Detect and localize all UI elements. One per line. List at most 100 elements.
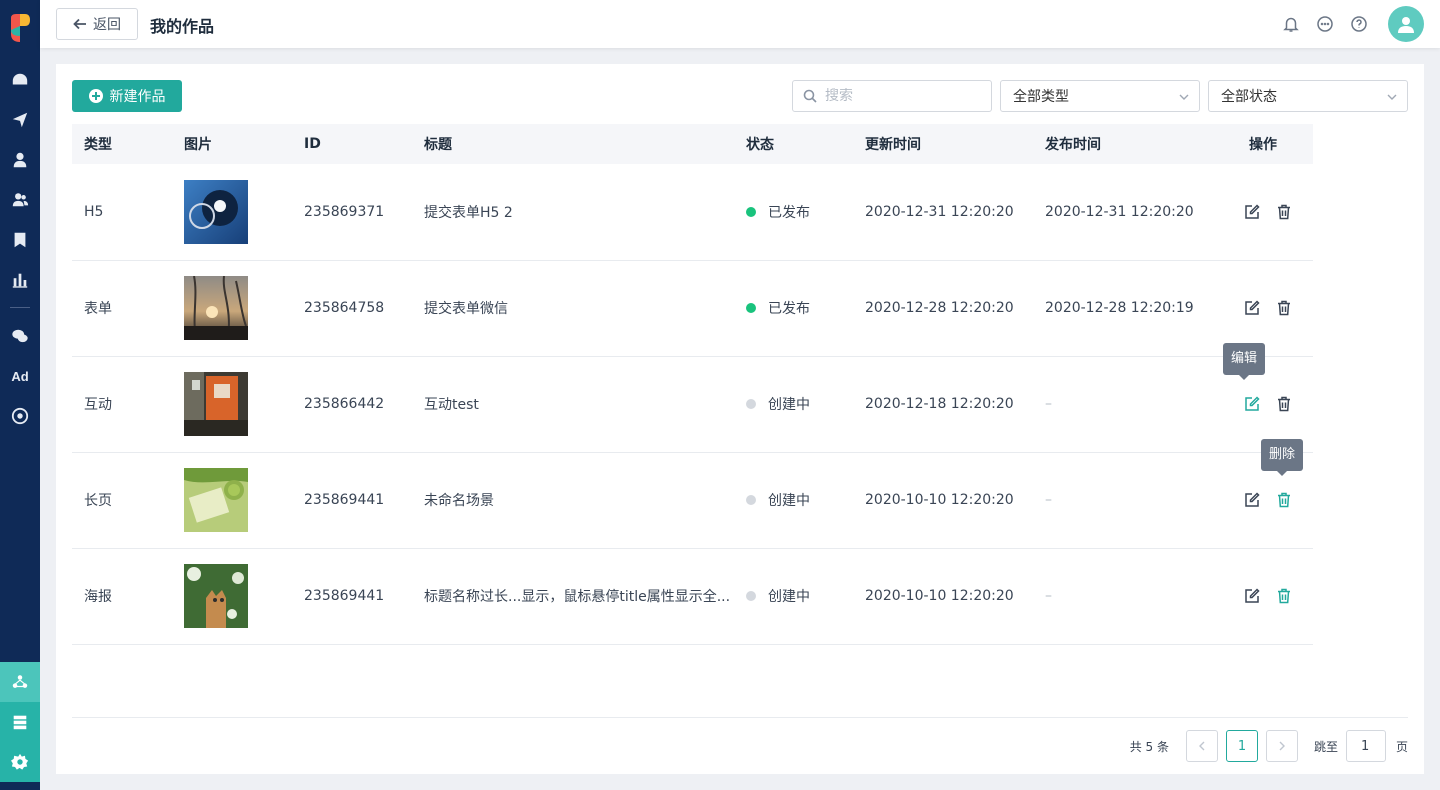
table-row[interactable]: 表单 235864758 提交表单微信 已发布 2020-12-28 12:20…	[72, 260, 1313, 356]
col-published: 发布时间	[1045, 137, 1101, 153]
thumbnail-image[interactable]	[184, 276, 248, 340]
sidebar-item-target[interactable]	[0, 396, 40, 436]
cell-actions: 删除	[1213, 439, 1313, 548]
col-title: 标题	[424, 137, 452, 153]
back-label: 返回	[93, 17, 121, 33]
message-button[interactable]	[1316, 15, 1334, 33]
type-select-value: 全部类型	[1013, 89, 1069, 105]
sidebar-item-ad[interactable]: Ad	[0, 356, 40, 396]
edit-button[interactable]	[1244, 204, 1260, 220]
help-icon	[1351, 16, 1367, 32]
cell-image	[172, 164, 292, 260]
edit-button[interactable]: 编辑	[1223, 343, 1266, 412]
cell-published: –	[1045, 396, 1052, 412]
target-icon	[11, 407, 29, 425]
delete-tooltip: 删除	[1261, 439, 1304, 476]
edit-button[interactable]	[1244, 588, 1260, 604]
sidebar-item-bookmark[interactable]	[0, 220, 40, 260]
status-dot	[746, 495, 756, 505]
delete-button[interactable]	[1276, 588, 1292, 604]
cell-title: 提交表单微信	[424, 301, 508, 317]
prev-page-button[interactable]	[1185, 730, 1218, 762]
table-row[interactable]: 长页 235869441 未命名场景 创建中 2020-10-10 12:20:…	[72, 439, 1313, 548]
type-select[interactable]: 全部类型	[1000, 80, 1200, 112]
avatar[interactable]	[1388, 6, 1424, 42]
table-row[interactable]: H5 235869371 提交表单H5 2 已发布 2020-12-31 12:…	[72, 164, 1313, 260]
sidebar-item-settings[interactable]	[0, 742, 40, 782]
sidebar-item-chart[interactable]	[0, 260, 40, 300]
cell-updated: 2020-10-10 12:20:20	[865, 588, 1014, 604]
cell-type: 互动	[84, 397, 112, 413]
cell-id: 235869441	[304, 492, 385, 508]
edit-icon	[1245, 300, 1260, 315]
back-button[interactable]: 返回	[56, 8, 138, 40]
cell-status: 创建中	[734, 356, 853, 452]
col-status: 状态	[746, 137, 774, 153]
sidebar-item-server[interactable]	[0, 702, 40, 742]
sidebar-item-wechat[interactable]	[0, 316, 40, 356]
search-icon	[803, 89, 817, 103]
status-label: 已发布	[768, 301, 810, 317]
cell-title: 未命名场景	[424, 493, 494, 509]
app-logo[interactable]	[8, 12, 32, 44]
users-icon	[12, 193, 29, 207]
sidebar-item-dashboard[interactable]	[0, 60, 40, 100]
cell-published: 2020-12-31 12:20:20	[1045, 203, 1194, 220]
status-dot	[746, 303, 756, 313]
col-image: 图片	[184, 137, 212, 153]
edit-button[interactable]	[1244, 300, 1260, 316]
cell-actions: 编辑	[1213, 343, 1313, 452]
table-row[interactable]: 海报 235869441 标题名称过长...显示，鼠标悬停title属性显示全.…	[72, 548, 1313, 644]
thumbnail-image[interactable]	[184, 564, 248, 628]
delete-button[interactable]	[1276, 300, 1292, 316]
edit-tooltip: 编辑	[1223, 343, 1266, 380]
search-input[interactable]	[825, 88, 975, 104]
status-select[interactable]: 全部状态	[1208, 80, 1408, 112]
sidebar-item-send[interactable]	[0, 100, 40, 140]
server-icon	[13, 715, 27, 730]
chat-icon	[1317, 16, 1333, 32]
new-work-label: 新建作品	[109, 89, 166, 105]
table-row[interactable]: 互动 235866442 互动test 创建中 2020-12-18 12:20…	[72, 343, 1313, 452]
delete-button[interactable]	[1276, 204, 1292, 220]
status-label: 创建中	[768, 589, 810, 605]
jump-input[interactable]: 1	[1345, 730, 1386, 762]
cell-status: 创建中	[734, 548, 853, 644]
chevron-right-icon	[1279, 741, 1285, 751]
cell-type: 表单	[84, 301, 112, 317]
table-header: 类型 图片 ID 标题 状态 更新时间 发布时间 操作	[72, 124, 1313, 164]
search-box[interactable]	[792, 80, 992, 112]
page-button-current[interactable]: 1	[1225, 730, 1258, 762]
cell-title: 互动test	[424, 397, 479, 413]
new-work-button[interactable]: 新建作品	[72, 80, 182, 112]
col-type: 类型	[84, 137, 112, 153]
cell-id: 235869441	[304, 588, 385, 604]
sidebar-item-works[interactable]	[0, 662, 40, 702]
cell-status: 创建中	[734, 452, 853, 548]
thumbnail-image[interactable]	[184, 372, 248, 436]
thumbnail-image[interactable]	[184, 468, 248, 532]
delete-button[interactable]: 删除	[1261, 439, 1304, 508]
works-panel: 新建作品 全部类型 全部状态 类型 图片 ID 标题 状态 更新时间 发布时间 …	[56, 64, 1424, 774]
bar-chart-icon	[12, 273, 28, 288]
sidebar-item-users[interactable]	[0, 180, 40, 220]
edit-icon	[1245, 492, 1260, 507]
settings-icon	[11, 753, 29, 770]
cell-actions	[1213, 164, 1313, 260]
sidebar-item-user[interactable]	[0, 140, 40, 180]
help-button[interactable]	[1350, 15, 1368, 33]
notification-button[interactable]	[1282, 15, 1300, 33]
thumbnail-image[interactable]	[184, 179, 248, 244]
cell-image	[172, 548, 292, 644]
cell-status: 已发布	[734, 260, 853, 356]
cell-image	[172, 260, 292, 356]
bookmark-icon	[14, 232, 26, 248]
cell-title: 标题名称过长...显示，鼠标悬停title属性显示全...	[424, 589, 731, 605]
trash-icon	[1278, 396, 1290, 412]
wechat-icon	[12, 329, 28, 343]
next-page-button[interactable]	[1265, 730, 1298, 762]
delete-button[interactable]	[1276, 396, 1292, 412]
edit-button[interactable]	[1244, 492, 1260, 508]
dashboard-icon	[12, 73, 28, 85]
cell-id: 235869371	[304, 203, 385, 220]
